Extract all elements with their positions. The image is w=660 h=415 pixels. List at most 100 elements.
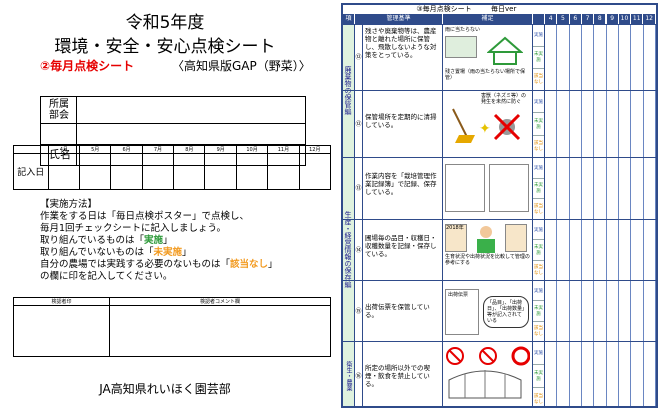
month-header: 4月 [47,145,80,154]
method-title: 【実施方法】 [40,199,98,210]
choice-not-done[interactable]: 未実施 [533,113,544,136]
date-cell[interactable] [47,153,80,190]
month-header: 10月 [235,145,269,154]
check-row: ⑯ 所定の場所以外での喫煙・飲食を禁止している。 実施 未実施 該当なし [343,341,656,406]
date-cell[interactable] [141,153,175,190]
checker-table: 検認者印 検認者コメント欄 [13,297,331,357]
comment-label: 検認者コメント欄 [110,298,330,306]
choice-na[interactable]: 該当なし [533,388,544,406]
choice-column[interactable]: 実施 未実施 該当なし [533,25,545,91]
method-na: 自分の農場では実践する必要のないものは「該当なし」 [40,259,330,271]
compost-pic [445,36,477,58]
checker-label: 検認者印 [14,298,109,306]
entry-date-label: 記入日 [13,153,49,190]
svg-text:✦: ✦ [479,121,491,137]
row-desc: 残さや廃棄物等は、農産物と離れた場所に保管し、飛散しないような対策をとっている。 [363,25,443,91]
month-header: 9月 [204,145,237,154]
row-desc: 所定の場所以外での喫煙・飲食を禁止している。 [363,342,443,406]
choice-done[interactable]: 実施 [533,220,544,241]
text: 自分の農場では実践する必要のないものは「 [40,259,231,270]
date-cell[interactable] [78,153,112,190]
row-number: ⑭ [355,220,363,281]
date-cell[interactable] [204,153,237,190]
row-illustration: 2018年 生育状況や出荷状況を比較して管理の参考にする [443,220,533,281]
subtitle-red: ②毎月点検シート [40,59,135,73]
choice-column[interactable]: 実施 未実施 該当なし [533,220,545,281]
month-header: 5月 [78,145,112,154]
choice-done[interactable]: 実施 [533,158,544,179]
month-grid[interactable] [545,158,656,220]
header-cell: 9 [606,14,619,24]
blank-label [41,124,77,144]
choice-not-done[interactable]: 未実施 [533,240,544,261]
ok-zone-icon [511,346,530,366]
month-grid[interactable] [545,220,656,281]
choice-na[interactable]: 該当なし [533,69,544,91]
checker-stamp-col[interactable]: 検認者印 [14,298,110,356]
choice-not-done[interactable]: 未実施 [533,47,544,69]
text: 」 [268,259,278,270]
row-illustration [443,342,533,406]
row-desc: 出荷伝票を保管している。 [363,281,443,342]
na-word: 該当なし [230,259,269,270]
check-row: ⑫ 保管場所を定期的に清掃している。 害獣（ネズミ等）の発生を未然に防ぐ ✦ 実… [343,90,656,158]
choice-not-done[interactable]: 未実施 [533,179,544,200]
month-header: 6月 [110,145,143,154]
greenhouse-icon [448,370,522,399]
checker-comment-col[interactable]: 検認者コメント欄 [110,298,330,356]
year-card: 2018年 [445,224,467,252]
choice-column[interactable]: 実施 未実施 該当なし [533,91,545,158]
check-row: ⑮ 出荷伝票を保管している。 出荷伝票 「品目」、「出荷日」、「出荷数量」等が記… [343,280,656,342]
note-bottom: 生育状況や出荷状況を比較して管理の参考にする [445,254,530,266]
dept-field[interactable] [77,97,305,123]
row-illustration [443,158,533,220]
header-cell: 4 [545,14,558,24]
row-number: ⑫ [355,91,363,158]
date-cell[interactable] [110,153,143,190]
header-cell: 8 [594,14,607,24]
ng-word: 未実施 [153,247,183,258]
title-main: 環境・安全・安心点検シート [54,37,276,57]
date-cell[interactable] [267,153,300,190]
date-cell[interactable] [173,153,206,190]
method-line: 作業をする日は「毎日点検ポスター」で点検し、 [40,211,250,222]
subtitle-black: 〈高知県版GAP（野菜）〉 [172,59,311,73]
date-cell[interactable] [298,153,332,190]
header-cell: 補足 [443,14,533,24]
year-card [505,224,527,252]
check-row: ⑭ 圃場毎の品目・収穫日・収穫数量を記録・保存している。 2018年 生育状況や… [343,219,656,281]
choice-done[interactable]: 実施 [533,342,544,365]
check-row: ⑬ 作業内容を「栽培管理作業記録簿」で記録、保存している。 実施 未実施 該当な… [343,157,656,220]
choice-na[interactable]: 該当なし [533,199,544,220]
house-icon [487,36,523,65]
slip-callout: 「品目」、「出荷日」、「出荷数量」等が記入されている [483,295,529,328]
choice-na[interactable]: 該当なし [533,261,544,281]
choice-column[interactable]: 実施 未実施 該当なし [533,342,545,406]
slip-pic: 出荷伝票 [445,288,479,335]
check-row: ⑫ 残さや廃棄物等は、農産物と離れた場所に保管し、飛散しないような対策をとってい… [343,24,656,91]
choice-done[interactable]: 実施 [533,281,544,302]
blank-field[interactable] [77,124,305,144]
month-grid[interactable] [545,91,656,158]
choice-na[interactable]: 該当なし [533,136,544,158]
choice-not-done[interactable]: 未実施 [533,301,544,322]
date-cell[interactable] [235,153,269,190]
choice-column[interactable]: 実施 未実施 該当なし [533,281,545,342]
no-smoking-icon [446,347,464,365]
choice-not-done[interactable]: 未実施 [533,365,544,388]
month-grid[interactable] [545,342,656,406]
choice-na[interactable]: 該当なし [533,322,544,342]
text: 」 [163,235,173,246]
header-cell: 10 [618,14,632,24]
ok-word: 実施 [144,235,164,246]
month-grid[interactable] [545,25,656,91]
title-year: 令和5年度 [125,13,205,33]
text: 」 [182,247,192,258]
choice-column[interactable]: 実施 未実施 該当なし [533,158,545,220]
choice-done[interactable]: 実施 [533,25,544,47]
note-bottom: 残さ置場（雨の当たらない場所で保管） [445,69,526,81]
month-header: 11月 [267,145,300,154]
month-grid[interactable] [545,281,656,342]
month-header: 7月 [141,145,175,154]
choice-done[interactable]: 実施 [533,91,544,114]
